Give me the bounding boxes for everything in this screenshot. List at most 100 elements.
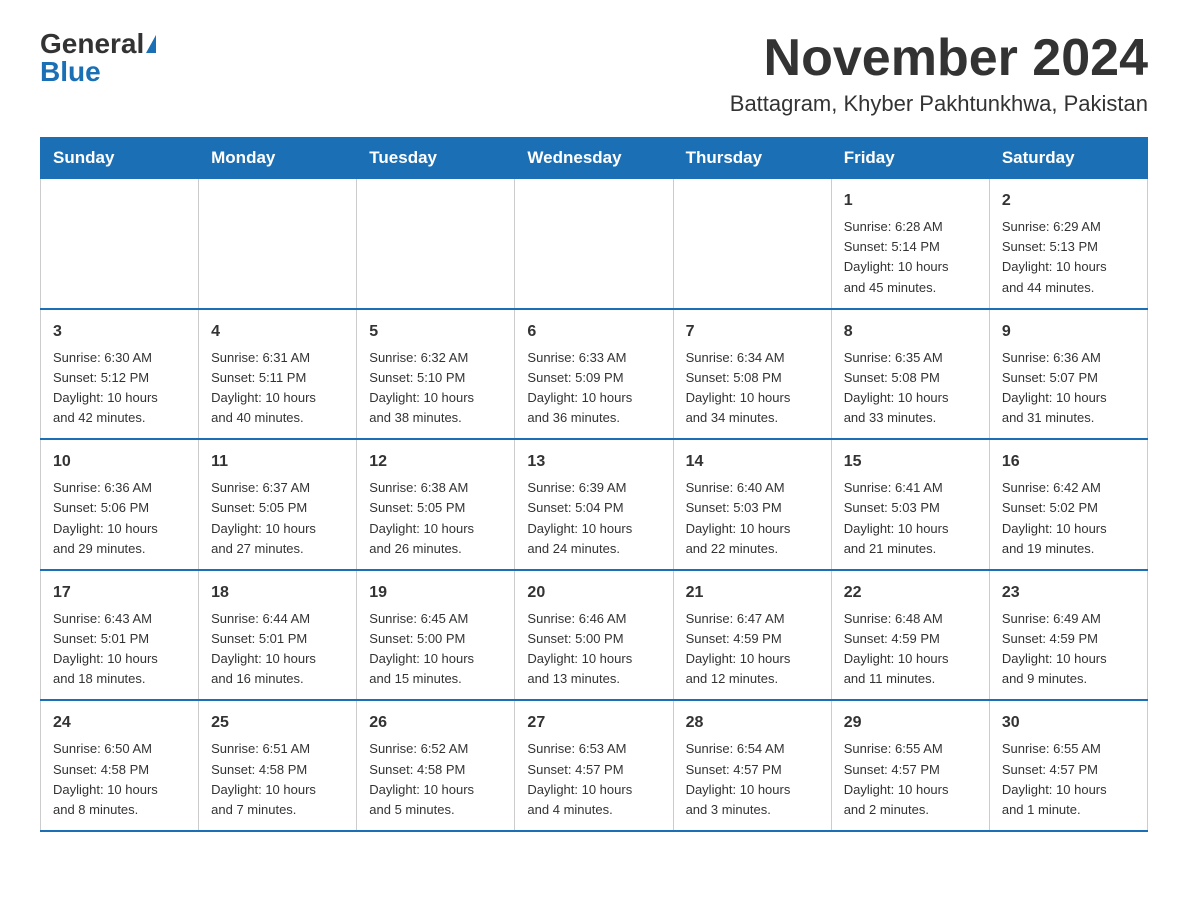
day-number: 3	[53, 320, 186, 344]
day-number: 16	[1002, 450, 1135, 474]
calendar-cell: 15Sunrise: 6:41 AMSunset: 5:03 PMDayligh…	[831, 439, 989, 570]
calendar-week-row: 24 Sunrise: 6:50 AMSunset: 4:58 PMDayligh…	[41, 700, 1148, 831]
day-info: Sunrise: 6:42 AMSunset: 5:02 PMDaylight:…	[1002, 478, 1135, 559]
day-number: 27	[527, 711, 660, 735]
calendar-cell: 5 Sunrise: 6:32 AMSunset: 5:10 PMDaylight…	[357, 309, 515, 440]
calendar-header-row: SundayMondayTuesdayWednesdayThursdayFrid…	[41, 138, 1148, 179]
day-info: Sunrise: 6:37 AMSunset: 5:05 PMDaylight:…	[211, 478, 344, 559]
day-number: 13	[527, 450, 660, 474]
calendar-cell	[199, 179, 357, 309]
day-info: Sunrise: 6:34 AMSunset: 5:08 PMDaylight:…	[686, 348, 819, 429]
calendar-cell: 12Sunrise: 6:38 AMSunset: 5:05 PMDayligh…	[357, 439, 515, 570]
title-section: November 2024 Battagram, Khyber Pakhtunk…	[730, 30, 1148, 117]
day-info: Sunrise: 6:31 AMSunset: 5:11 PMDaylight:…	[211, 348, 344, 429]
day-info: Sunrise: 6:30 AMSunset: 5:12 PMDaylight:…	[53, 348, 186, 429]
calendar-cell: 1Sunrise: 6:28 AMSunset: 5:14 PMDaylight…	[831, 179, 989, 309]
month-title: November 2024	[730, 30, 1148, 87]
day-number: 28	[686, 711, 819, 735]
logo: General Blue	[40, 30, 156, 86]
day-info: Sunrise: 6:33 AMSunset: 5:09 PMDaylight:…	[527, 348, 660, 429]
day-info: Sunrise: 6:28 AMSunset: 5:14 PMDaylight:…	[844, 217, 977, 298]
calendar-cell	[41, 179, 199, 309]
day-info: Sunrise: 6:49 AMSunset: 4:59 PMDaylight:…	[1002, 609, 1135, 690]
logo-triangle-icon	[146, 35, 156, 53]
calendar-week-row: 3 Sunrise: 6:30 AMSunset: 5:12 PMDaylight…	[41, 309, 1148, 440]
calendar-cell: 29Sunrise: 6:55 AMSunset: 4:57 PMDayligh…	[831, 700, 989, 831]
day-info: Sunrise: 6:41 AMSunset: 5:03 PMDaylight:…	[844, 478, 977, 559]
calendar-cell: 11 Sunrise: 6:37 AMSunset: 5:05 PMDayligh…	[199, 439, 357, 570]
day-number: 9	[1002, 320, 1135, 344]
page-header: General Blue November 2024 Battagram, Kh…	[40, 30, 1148, 117]
calendar-cell: 21 Sunrise: 6:47 AMSunset: 4:59 PMDayligh…	[673, 570, 831, 701]
calendar-cell: 23 Sunrise: 6:49 AMSunset: 4:59 PMDayligh…	[989, 570, 1147, 701]
day-info: Sunrise: 6:40 AMSunset: 5:03 PMDaylight:…	[686, 478, 819, 559]
day-info: Sunrise: 6:32 AMSunset: 5:10 PMDaylight:…	[369, 348, 502, 429]
day-number: 12	[369, 450, 502, 474]
day-info: Sunrise: 6:44 AMSunset: 5:01 PMDaylight:…	[211, 609, 344, 690]
weekday-header: Friday	[831, 138, 989, 179]
calendar-cell: 6Sunrise: 6:33 AMSunset: 5:09 PMDaylight…	[515, 309, 673, 440]
day-number: 18	[211, 581, 344, 605]
day-info: Sunrise: 6:45 AMSunset: 5:00 PMDaylight:…	[369, 609, 502, 690]
calendar-table: SundayMondayTuesdayWednesdayThursdayFrid…	[40, 137, 1148, 832]
day-number: 23	[1002, 581, 1135, 605]
day-info: Sunrise: 6:36 AMSunset: 5:07 PMDaylight:…	[1002, 348, 1135, 429]
calendar-cell: 3 Sunrise: 6:30 AMSunset: 5:12 PMDaylight…	[41, 309, 199, 440]
calendar-cell: 4 Sunrise: 6:31 AMSunset: 5:11 PMDaylight…	[199, 309, 357, 440]
day-number: 17	[53, 581, 186, 605]
weekday-header: Thursday	[673, 138, 831, 179]
calendar-cell: 18 Sunrise: 6:44 AMSunset: 5:01 PMDayligh…	[199, 570, 357, 701]
calendar-cell: 16 Sunrise: 6:42 AMSunset: 5:02 PMDayligh…	[989, 439, 1147, 570]
day-info: Sunrise: 6:54 AMSunset: 4:57 PMDaylight:…	[686, 739, 819, 820]
logo-blue-text: Blue	[40, 58, 101, 86]
weekday-header: Sunday	[41, 138, 199, 179]
calendar-cell: 24 Sunrise: 6:50 AMSunset: 4:58 PMDayligh…	[41, 700, 199, 831]
day-info: Sunrise: 6:53 AMSunset: 4:57 PMDaylight:…	[527, 739, 660, 820]
day-number: 4	[211, 320, 344, 344]
calendar-cell	[673, 179, 831, 309]
day-number: 29	[844, 711, 977, 735]
calendar-week-row: 10Sunrise: 6:36 AMSunset: 5:06 PMDayligh…	[41, 439, 1148, 570]
day-info: Sunrise: 6:55 AMSunset: 4:57 PMDaylight:…	[1002, 739, 1135, 820]
day-info: Sunrise: 6:48 AMSunset: 4:59 PMDaylight:…	[844, 609, 977, 690]
day-number: 7	[686, 320, 819, 344]
day-info: Sunrise: 6:47 AMSunset: 4:59 PMDaylight:…	[686, 609, 819, 690]
calendar-cell: 10Sunrise: 6:36 AMSunset: 5:06 PMDayligh…	[41, 439, 199, 570]
day-info: Sunrise: 6:52 AMSunset: 4:58 PMDaylight:…	[369, 739, 502, 820]
calendar-cell: 7 Sunrise: 6:34 AMSunset: 5:08 PMDaylight…	[673, 309, 831, 440]
calendar-cell: 19Sunrise: 6:45 AMSunset: 5:00 PMDayligh…	[357, 570, 515, 701]
calendar-cell: 8 Sunrise: 6:35 AMSunset: 5:08 PMDaylight…	[831, 309, 989, 440]
calendar-cell: 25 Sunrise: 6:51 AMSunset: 4:58 PMDayligh…	[199, 700, 357, 831]
calendar-cell	[515, 179, 673, 309]
day-number: 11	[211, 450, 344, 474]
day-number: 14	[686, 450, 819, 474]
calendar-cell: 2 Sunrise: 6:29 AMSunset: 5:13 PMDaylight…	[989, 179, 1147, 309]
day-info: Sunrise: 6:35 AMSunset: 5:08 PMDaylight:…	[844, 348, 977, 429]
day-number: 5	[369, 320, 502, 344]
calendar-cell: 30 Sunrise: 6:55 AMSunset: 4:57 PMDayligh…	[989, 700, 1147, 831]
weekday-header: Monday	[199, 138, 357, 179]
day-info: Sunrise: 6:51 AMSunset: 4:58 PMDaylight:…	[211, 739, 344, 820]
day-number: 2	[1002, 189, 1135, 213]
calendar-cell: 27 Sunrise: 6:53 AMSunset: 4:57 PMDayligh…	[515, 700, 673, 831]
day-info: Sunrise: 6:29 AMSunset: 5:13 PMDaylight:…	[1002, 217, 1135, 298]
day-number: 25	[211, 711, 344, 735]
day-number: 30	[1002, 711, 1135, 735]
calendar-cell: 9 Sunrise: 6:36 AMSunset: 5:07 PMDaylight…	[989, 309, 1147, 440]
calendar-cell	[357, 179, 515, 309]
day-info: Sunrise: 6:46 AMSunset: 5:00 PMDaylight:…	[527, 609, 660, 690]
calendar-cell: 28 Sunrise: 6:54 AMSunset: 4:57 PMDayligh…	[673, 700, 831, 831]
day-info: Sunrise: 6:50 AMSunset: 4:58 PMDaylight:…	[53, 739, 186, 820]
calendar-week-row: 1Sunrise: 6:28 AMSunset: 5:14 PMDaylight…	[41, 179, 1148, 309]
weekday-header: Tuesday	[357, 138, 515, 179]
calendar-cell: 20Sunrise: 6:46 AMSunset: 5:00 PMDayligh…	[515, 570, 673, 701]
calendar-week-row: 17Sunrise: 6:43 AMSunset: 5:01 PMDayligh…	[41, 570, 1148, 701]
calendar-body: 1Sunrise: 6:28 AMSunset: 5:14 PMDaylight…	[41, 179, 1148, 831]
day-number: 24	[53, 711, 186, 735]
weekday-header: Wednesday	[515, 138, 673, 179]
calendar-cell: 26Sunrise: 6:52 AMSunset: 4:58 PMDayligh…	[357, 700, 515, 831]
calendar-cell: 17Sunrise: 6:43 AMSunset: 5:01 PMDayligh…	[41, 570, 199, 701]
day-number: 21	[686, 581, 819, 605]
location-title: Battagram, Khyber Pakhtunkhwa, Pakistan	[730, 91, 1148, 117]
day-number: 8	[844, 320, 977, 344]
